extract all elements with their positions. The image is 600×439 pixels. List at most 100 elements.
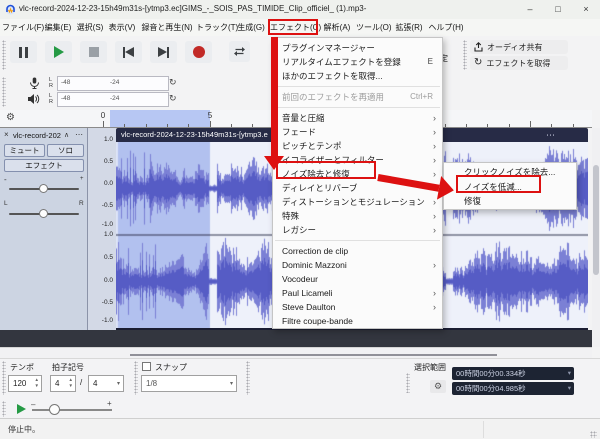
menubar-item-3[interactable]: 選択(S) [74,20,106,35]
menubar-item-6[interactable]: トラック(T) [196,20,234,35]
speed-slider-thumb[interactable] [49,404,60,415]
maximize-button[interactable]: □ [544,0,572,18]
menubar-item-10[interactable]: ツール(O) [356,20,390,35]
gain-slider-thumb[interactable] [39,184,48,193]
loop-button[interactable] [229,41,250,62]
menubar-item-5[interactable]: 録音と再生(N) [138,20,196,35]
pan-left-label: L [4,201,8,208]
track-close-icon[interactable]: × [4,130,9,139]
menu-item-label: 音量と圧縮 [282,113,325,123]
timeline-options-gear-icon[interactable]: ⚙ [6,112,15,123]
ruler-tick [188,124,189,127]
toolbar-grip[interactable] [406,373,410,393]
toolbar-grip[interactable] [246,361,250,395]
playback-meter[interactable]: L R -48 -24 ↻ [0,91,260,107]
close-button[interactable]: × [572,0,600,18]
submenu-arrow-icon: › [433,223,436,237]
effect-menu-item[interactable]: レガシー› [273,223,442,237]
ruler-tick [551,124,552,127]
vertical-scrollbar-thumb[interactable] [593,165,599,275]
playback-meter-bar[interactable]: -48 -24 [57,92,169,107]
snap-label: スナップ [155,362,187,373]
horizontal-scrollbar[interactable] [0,347,592,358]
minimize-button[interactable]: – [516,0,544,18]
timesig-label: 拍子記号 [52,362,84,373]
track-kebab-icon[interactable]: ⋯ [75,130,83,139]
spinner-arrows-icon[interactable]: ▲▼ [69,377,73,389]
selection-start-field[interactable]: 00時間00分00.334秒 ▾ [452,367,574,380]
play-at-speed-button[interactable] [12,401,30,416]
menu-item-repair[interactable]: 修復 [444,194,576,209]
effect-menu-item[interactable]: Correction de clip [273,244,442,258]
menubar-item-9[interactable]: 解析(A) [320,20,354,35]
timesig-upper-spinner[interactable]: 4 ▲▼ [50,375,76,392]
timesig-lower-value: 4 [93,379,97,388]
snap-checkbox[interactable] [142,362,151,371]
share-audio-label: オーディオ共有 [487,42,542,53]
menubar-item-4[interactable]: 表示(V) [106,20,138,35]
resize-grip[interactable] [590,431,597,438]
tempo-spinner[interactable]: 120 ▲▼ [8,375,42,392]
skip-to-end-button[interactable] [150,41,177,63]
stop-button[interactable] [80,41,107,63]
toolbar-grip[interactable] [2,401,6,417]
record-meter[interactable]: L R -48 -24 ↻ [0,75,260,91]
scale-label: 0.5 [104,255,113,262]
get-effects-button[interactable]: ↻ エフェクトを取得 [470,56,568,70]
effect-menu-item[interactable]: Vocodeur [273,272,442,286]
snap-select[interactable]: 1/8 ▾ [141,375,237,392]
track-name[interactable]: vlc-record-202 [13,131,61,140]
pause-button[interactable] [10,41,37,63]
menubar-item-2[interactable]: 編集(E) [42,20,74,35]
effect-menu-item[interactable]: フェード› [273,125,442,139]
record-button[interactable] [185,41,212,63]
submenu-arrow-icon: › [433,153,436,167]
effects-button[interactable]: エフェクト [4,159,84,172]
effect-menu-item[interactable]: ディストーションとモジュレーション› [273,195,442,209]
effect-menu-item[interactable]: リアルタイムエフェクトを登録E [273,55,442,69]
meter-monitor-icon[interactable]: ↻ [169,77,177,88]
meter-monitor-icon[interactable]: ↻ [169,93,177,104]
record-meter-bar[interactable]: -48 -24 [57,76,169,91]
menu-item-label: フェード [282,127,316,137]
spinner-arrows-icon[interactable]: ▲▼ [35,377,39,389]
pan-slider-thumb[interactable] [39,209,48,218]
effect-menu-item[interactable]: プラグインマネージャー [273,41,442,55]
skip-to-start-button[interactable] [115,41,142,63]
selection-settings-gear-icon[interactable]: ⚙ [430,380,446,393]
meter-tick--24: -24 [110,95,119,102]
track-collapse-icon[interactable]: ∧ [64,131,69,139]
clip-kebab-icon[interactable]: ⋯ [546,128,555,142]
effect-menu-item[interactable]: Steve Daulton› [273,300,442,314]
menu-item-label: Vocodeur [282,274,318,284]
mute-button[interactable]: ミュート [4,144,45,157]
horizontal-scrollbar-thumb[interactable] [130,354,497,356]
toolbar-grip[interactable] [2,361,6,395]
effect-menu-item[interactable]: 特殊› [273,209,442,223]
menubar-item-1[interactable]: ファイル(F) [2,20,42,35]
toolbar-grip[interactable] [134,361,138,395]
meter-tick--48: -48 [61,79,70,86]
effect-menu-item[interactable]: Filtre coupe-bande [273,314,442,328]
submenu-arrow-icon: › [433,209,436,223]
microphone-icon [29,77,40,89]
play-button[interactable] [45,41,72,63]
timesig-slash: / [80,378,82,387]
menubar-item-7[interactable]: 生成(G) [234,20,268,35]
vertical-scale-ruler[interactable]: 1.00.50.0-0.5-1.01.00.50.0-0.5-1.0 [88,128,116,330]
menubar-item-12[interactable]: ヘルプ(H) [428,20,464,35]
menubar-item-11[interactable]: 拡張(R) [392,20,426,35]
timesig-lower-select[interactable]: 4 ▾ [88,375,124,392]
solo-button[interactable]: ソロ [47,144,84,157]
share-audio-button[interactable]: オーディオ共有 [470,40,568,54]
toolbar-grip[interactable] [2,40,6,70]
selection-end-field[interactable]: 00時間00分04.985秒 ▾ [452,382,574,395]
effect-menu-item[interactable]: ほかのエフェクトを取得... [273,69,442,83]
submenu-arrow-icon: › [433,258,436,272]
effect-menu-item[interactable]: Dominic Mazzoni› [273,258,442,272]
effect-menu-item[interactable]: Paul Licameli› [273,286,442,300]
effect-menu-item[interactable]: 音量と圧縮› [273,111,442,125]
effect-menu-item[interactable]: ピッチとテンポ› [273,139,442,153]
menu-item-label: プラグインマネージャー [282,43,375,53]
toolbar-grip[interactable] [463,40,467,70]
